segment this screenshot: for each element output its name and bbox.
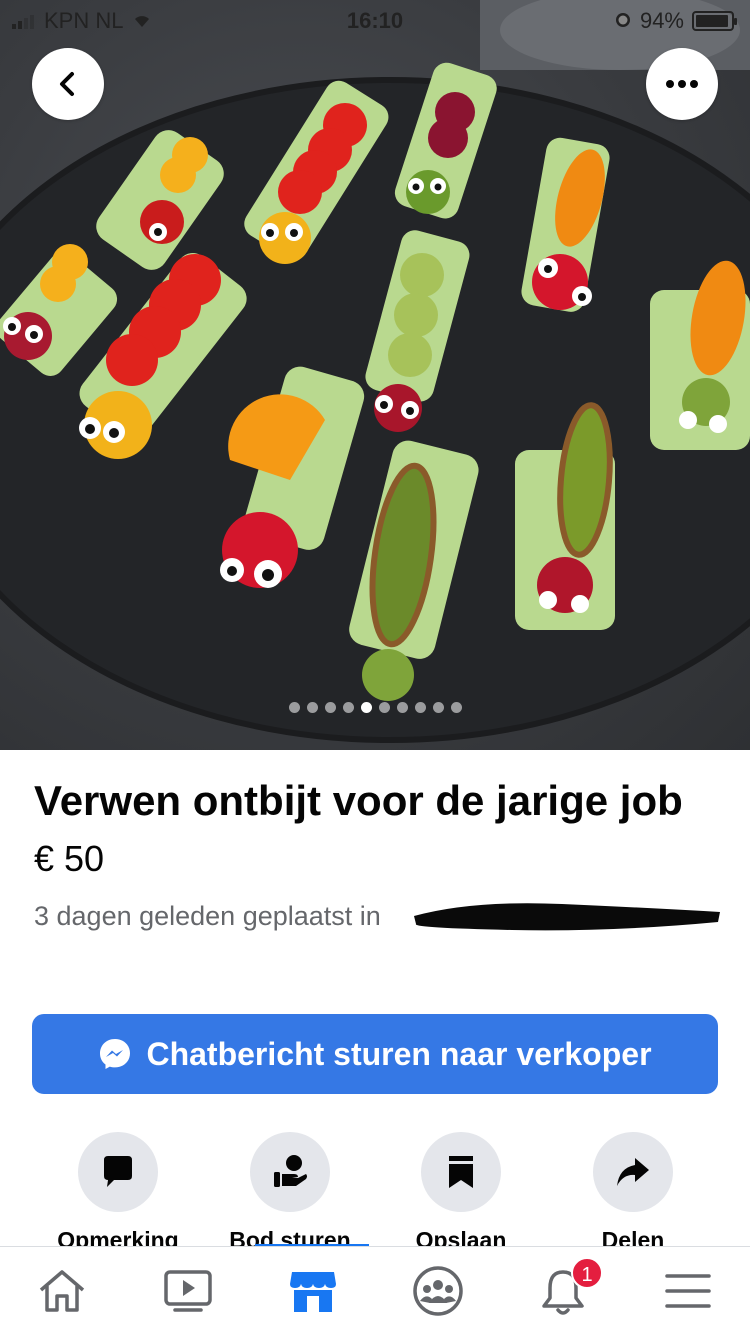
listing-title: Verwen ontbijt voor de jarige job — [34, 777, 683, 824]
chevron-left-icon — [60, 72, 74, 96]
pagination-dot — [396, 702, 408, 713]
more-horizontal-icon — [666, 80, 698, 88]
alarm-icon — [614, 8, 632, 34]
notification-badge: 1 — [571, 1257, 603, 1289]
pagination-dot — [414, 702, 426, 713]
more-button[interactable] — [646, 48, 718, 120]
home-icon — [39, 1270, 85, 1312]
listing-photo[interactable]: KPN NL 16:10 94% — [0, 0, 750, 750]
listing-price: € 50 — [34, 838, 105, 879]
offer-action[interactable]: Bod sturen — [195, 1132, 385, 1256]
offer-icon — [274, 1155, 307, 1187]
battery-icon — [692, 11, 737, 31]
watch-icon — [164, 1270, 212, 1312]
comment-action[interactable]: Opmerking — [23, 1132, 213, 1256]
share-action[interactable]: Delen — [538, 1132, 728, 1256]
offer-button[interactable] — [250, 1132, 330, 1212]
comment-icon — [104, 1156, 132, 1187]
marketplace-icon — [290, 1272, 336, 1312]
nav-groups[interactable] — [388, 1247, 488, 1334]
messenger-icon — [100, 1039, 131, 1069]
nav-home[interactable] — [12, 1247, 112, 1334]
battery-percent: 94% — [639, 8, 684, 33]
nav-notifications[interactable]: 1 — [513, 1247, 613, 1334]
pagination-dot — [360, 702, 372, 713]
action-row: Opmerking Bod sturen Opslaan Delen — [0, 1132, 750, 1253]
bottom-navigation: 1 — [0, 1246, 750, 1334]
bookmark-icon — [449, 1156, 473, 1188]
share-icon — [617, 1158, 649, 1186]
comment-button[interactable] — [78, 1132, 158, 1212]
status-bar: KPN NL 16:10 94% — [0, 0, 750, 40]
groups-icon — [413, 1266, 463, 1316]
pagination-dot — [378, 702, 390, 713]
pagination-dot — [306, 702, 318, 713]
share-button[interactable] — [593, 1132, 673, 1212]
back-button[interactable] — [32, 48, 104, 120]
photo-scene — [0, 0, 750, 743]
gallery-pagination — [0, 702, 750, 713]
message-seller-label: Chatbericht sturen naar verkoper — [146, 1035, 652, 1072]
pagination-dot — [324, 702, 336, 713]
pagination-dot — [342, 702, 354, 713]
save-action[interactable]: Opslaan — [366, 1132, 556, 1256]
nav-menu[interactable] — [638, 1247, 738, 1334]
listing-posted: 3 dagen geleden geplaatst in — [34, 896, 724, 936]
message-seller-button[interactable]: Chatbericht sturen naar verkoper — [32, 1014, 718, 1094]
nav-watch[interactable] — [138, 1247, 238, 1334]
listing-info: Verwen ontbijt voor de jarige job € 50 3… — [34, 772, 724, 936]
save-button[interactable] — [421, 1132, 501, 1212]
pagination-dot — [450, 702, 462, 713]
pagination-dot — [288, 702, 300, 713]
menu-icon — [665, 1274, 711, 1308]
pagination-dot — [432, 702, 444, 713]
posted-text: 3 dagen geleden geplaatst in — [34, 901, 381, 931]
redaction-scribble — [414, 903, 720, 931]
nav-marketplace[interactable] — [263, 1247, 363, 1334]
